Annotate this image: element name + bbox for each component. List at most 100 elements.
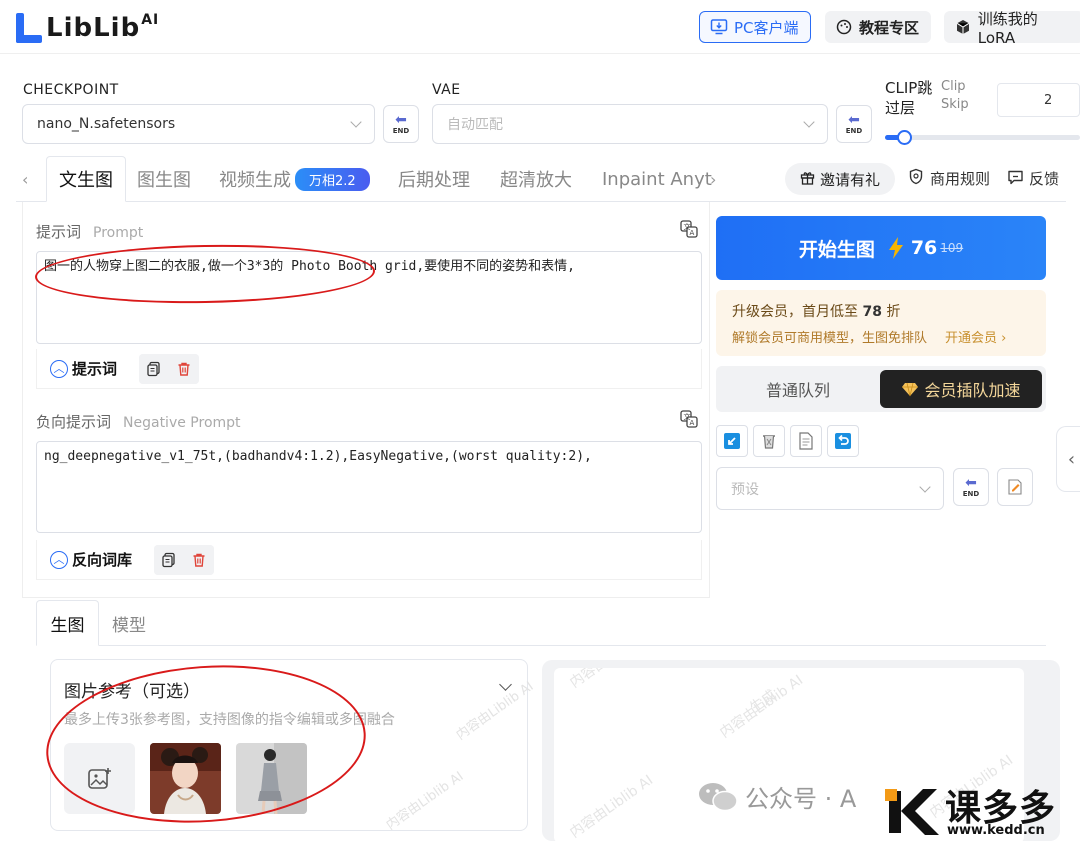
trash-bin-icon[interactable] <box>753 425 785 457</box>
negative-title-en: Negative Prompt <box>123 415 241 431</box>
tab-label: 模型 <box>112 615 146 636</box>
wechat-account-text: 公众号 · A <box>745 785 857 813</box>
train-lora-button[interactable]: 训练我的LoRA <box>944 10 1080 47</box>
tab-model[interactable]: 模型 <box>112 600 146 646</box>
edit-preset-icon[interactable] <box>997 468 1033 506</box>
chevron-down-icon[interactable] <box>499 678 512 691</box>
tab-postprocess[interactable]: 后期处理 <box>398 156 470 202</box>
checkpoint-select[interactable]: nano_N.safetensors <box>22 104 375 144</box>
tab-generate[interactable]: 生图 <box>36 600 99 646</box>
negative-prompt-title: 负向提示词 Negative Prompt <box>36 411 241 432</box>
vip-discount-value: 78 <box>862 304 882 320</box>
tabs-scroll-right-icon[interactable]: › <box>710 156 716 202</box>
checkpoint-end-button[interactable]: ⬅ END <box>383 105 419 143</box>
open-vip-link[interactable]: 开通会员 › <box>945 327 1006 346</box>
side-panel-toggle[interactable]: ‹ <box>1056 426 1080 492</box>
prompt-title-cn: 提示词 <box>36 223 82 241</box>
vip-line-1-suffix: 折 <box>881 304 901 320</box>
tab-upscale[interactable]: 超清放大 <box>500 156 572 202</box>
vip-upgrade-banner[interactable]: 升级会员，首月低至 78 折 解锁会员可商用模型，生图免排队 开通会员 › <box>716 290 1046 356</box>
tab-label: 视频生成 <box>219 170 291 191</box>
vip-queue-option[interactable]: 会员插队加速 <box>880 370 1042 408</box>
tab-txt2img[interactable]: 文生图 <box>46 156 126 202</box>
preset-placeholder: 预设 <box>731 481 759 498</box>
tab-img2img[interactable]: 图生图 <box>137 156 191 202</box>
diamond-icon <box>901 382 919 397</box>
clip-skip-input[interactable]: 2 <box>997 83 1080 117</box>
invite-button[interactable]: 邀请有礼 <box>785 163 895 195</box>
arrow-left-icon: ⬅ <box>848 112 860 128</box>
undo-arrow-icon[interactable] <box>827 425 859 457</box>
svg-text:内容由Liblib AI: 内容由Liblib AI <box>567 668 657 691</box>
clip-skip-sublabel: Clip Skip <box>941 79 969 112</box>
train-lora-label: 训练我的LoRA <box>977 9 1038 47</box>
negative-prompt-textarea[interactable]: ng_deepnegative_v1_75t,(badhandv4:1.2),E… <box>36 441 702 533</box>
liblib-logo[interactable]: LibLibAI <box>16 12 159 43</box>
gift-icon <box>800 170 815 189</box>
queue-selector: 普通队列 会员插队加速 <box>716 366 1046 412</box>
tab-video[interactable]: 视频生成 万相2.2 <box>219 156 370 202</box>
bottom-tabs: 生图 模型 <box>36 600 1046 646</box>
copy-icon[interactable] <box>139 353 170 384</box>
end-label: END <box>845 127 863 135</box>
tab-label: 超清放大 <box>500 170 572 191</box>
document-icon[interactable] <box>790 425 822 457</box>
checkpoint-label: CHECKPOINT <box>23 82 119 98</box>
clip-skip-slider-handle[interactable] <box>897 130 912 145</box>
shield-icon <box>908 168 924 189</box>
monitor-download-icon <box>710 18 728 36</box>
feedback-label: 反馈 <box>1029 170 1060 188</box>
chevron-left-icon: ‹ <box>1067 448 1076 470</box>
prompt-tool-row: ︿ 提示词 <box>36 349 702 389</box>
trash-icon[interactable] <box>184 544 215 575</box>
prompt-toggle[interactable]: ︿ 提示词 <box>50 358 117 379</box>
negative-library-toggle[interactable]: ︿ 反向词库 <box>50 549 132 570</box>
clip-skip-label: CLIP跳过层 <box>885 79 933 117</box>
normal-queue-option[interactable]: 普通队列 <box>716 366 880 412</box>
preset-end-button[interactable]: ⬅ END <box>953 468 989 506</box>
vae-select[interactable]: 自动匹配 <box>432 104 828 144</box>
clip-skip-value: 2 <box>1044 92 1053 108</box>
prompt-toggle-label: 提示词 <box>72 360 118 378</box>
vip-line-1-prefix: 升级会员，首月低至 <box>732 304 863 320</box>
tutorial-button[interactable]: 教程专区 <box>825 11 931 43</box>
negative-library-label: 反向词库 <box>72 551 133 569</box>
chevron-up-circle-icon: ︿ <box>50 550 68 569</box>
translate-icon[interactable]: 文A <box>680 220 698 242</box>
wechat-icon <box>699 782 738 811</box>
end-label: END <box>392 127 410 135</box>
vip-line-2: 解锁会员可商用模型，生图免排队 开通会员 › <box>732 327 1030 346</box>
kedd-url-text: www.kedd.cn <box>947 823 1045 838</box>
vae-end-button[interactable]: ⬅ END <box>836 105 872 143</box>
pc-client-button[interactable]: PC客户端 <box>699 11 811 43</box>
svg-text:内容由Liblib AI: 内容由Liblib AI <box>567 771 657 841</box>
chevron-down-icon <box>919 480 931 493</box>
clip-skip-slider-track[interactable] <box>885 135 1080 140</box>
end-label: END <box>962 490 980 498</box>
trash-icon[interactable] <box>169 353 200 384</box>
kedd-logo-icon <box>885 789 939 835</box>
negative-title-cn: 负向提示词 <box>36 413 112 431</box>
tab-inpaint[interactable]: Inpaint Anyt <box>602 156 712 202</box>
commercial-rules-link[interactable]: 商用规则 <box>908 168 990 189</box>
translate-icon[interactable]: 文A <box>680 410 698 432</box>
preset-select[interactable]: 预设 <box>716 467 944 510</box>
logo-text: LibLibAI <box>46 12 160 43</box>
prompt-actions <box>139 353 200 384</box>
tab-label: Inpaint Anyt <box>602 168 712 190</box>
expand-arrow-icon[interactable] <box>716 425 748 457</box>
svg-text:A: A <box>690 419 695 427</box>
tab-label: 图生图 <box>137 170 191 191</box>
tabs-scroll-left-icon[interactable]: ‹ <box>22 156 28 202</box>
chevron-down-icon <box>350 116 362 128</box>
normal-queue-label: 普通队列 <box>765 381 830 400</box>
kedd-brand-watermark: 课多多 www.kedd.cn <box>885 779 1080 841</box>
feedback-link[interactable]: 反馈 <box>1007 168 1059 189</box>
commercial-rules-label: 商用规则 <box>930 170 991 188</box>
top-header: LibLibAI PC客户端 教程专区 训练我的LoRA <box>0 0 1080 54</box>
negative-actions <box>154 544 215 575</box>
tab-label: 文生图 <box>59 170 113 191</box>
copy-icon[interactable] <box>154 544 185 575</box>
logo-mark-icon <box>16 12 42 43</box>
start-generate-button[interactable]: 开始生图 76 109 <box>716 216 1046 280</box>
